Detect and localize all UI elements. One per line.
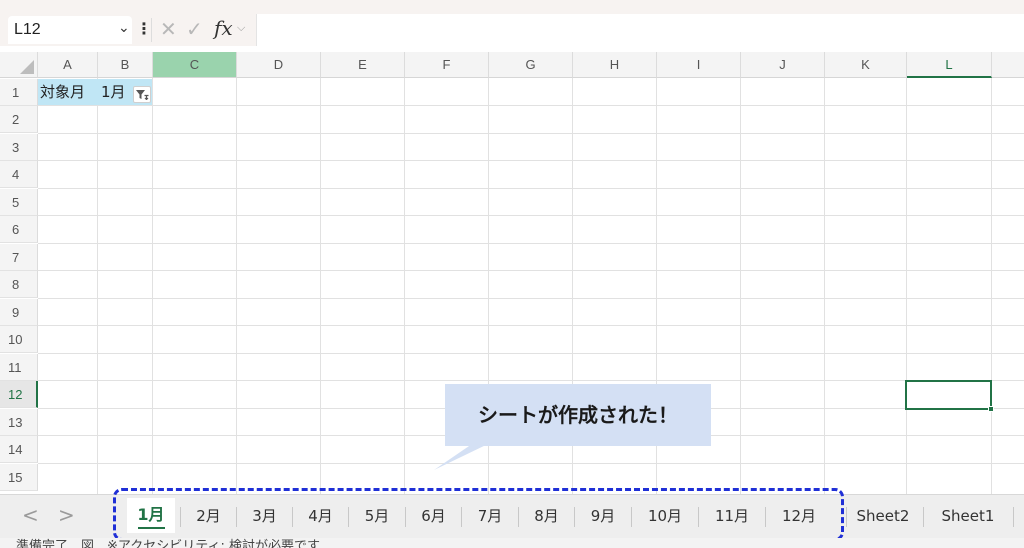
- expand-formula-chevron-icon[interactable]: ⌵: [237, 21, 245, 35]
- row-header-4[interactable]: 4: [0, 161, 38, 188]
- formula-bar: L12 ⌄ ⋮ ✕ ✓ fx ⌵: [0, 0, 1024, 46]
- select-all-triangle-icon: [20, 60, 34, 74]
- callout-tail: [434, 444, 488, 470]
- column-header-e[interactable]: E: [321, 52, 405, 78]
- gridline: [906, 78, 907, 494]
- column-header-a[interactable]: A: [38, 52, 98, 78]
- cancel-icon[interactable]: ✕: [160, 17, 177, 41]
- confirm-icon[interactable]: ✓: [186, 17, 203, 41]
- gridline: [152, 78, 153, 494]
- chevron-right-icon[interactable]: >: [58, 503, 75, 527]
- row-header-13[interactable]: 13: [0, 409, 38, 436]
- gridline: [38, 243, 1024, 244]
- formula-input[interactable]: [256, 14, 1024, 46]
- gridline: [38, 215, 1024, 216]
- name-box[interactable]: L12 ⌄: [8, 16, 132, 44]
- gridline: [38, 133, 1024, 134]
- column-header-k[interactable]: K: [825, 52, 907, 78]
- column-header-g[interactable]: G: [489, 52, 573, 78]
- gridline: [236, 78, 237, 494]
- formula-bar-divider: [151, 18, 152, 42]
- column-header-c[interactable]: C: [153, 52, 237, 78]
- row-header-10[interactable]: 10: [0, 326, 38, 353]
- column-header-d[interactable]: D: [237, 52, 321, 78]
- gridline: [38, 463, 1024, 464]
- column-header-f[interactable]: F: [405, 52, 489, 78]
- gridline: [38, 298, 1024, 299]
- gridline: [38, 325, 1024, 326]
- status-bar: 準備完了 図 ※アクセシビリティ: 検討が必要です: [0, 538, 1024, 548]
- row-header-5[interactable]: 5: [0, 189, 38, 216]
- fill-handle[interactable]: [988, 406, 994, 412]
- tab-divider: [1013, 507, 1014, 527]
- gridline: [38, 160, 1024, 161]
- row-header-9[interactable]: 9: [0, 299, 38, 326]
- select-all-button[interactable]: [0, 52, 38, 78]
- column-header-h[interactable]: H: [573, 52, 657, 78]
- insert-function-icon[interactable]: fx: [214, 16, 233, 40]
- active-cell-l12[interactable]: [905, 380, 994, 412]
- annotation-callout: シートが作成された！: [445, 384, 711, 446]
- chevron-down-icon[interactable]: ⌄: [118, 20, 130, 36]
- row-header-12[interactable]: 12: [0, 381, 38, 408]
- sheet-tab[interactable]: Sheet1: [924, 502, 1012, 532]
- gridline: [404, 78, 405, 494]
- column-header-b[interactable]: B: [98, 52, 153, 78]
- column-header-overflow[interactable]: [992, 52, 1024, 78]
- cell-a1[interactable]: 対象月: [38, 79, 98, 105]
- gridline: [38, 105, 1024, 106]
- row-header-1[interactable]: 1: [0, 79, 38, 106]
- more-options-icon[interactable]: ⋮: [136, 19, 152, 38]
- gridline: [740, 78, 741, 494]
- row-header-2[interactable]: 2: [0, 106, 38, 133]
- row-header-7[interactable]: 7: [0, 244, 38, 271]
- gridline: [320, 78, 321, 494]
- filter-dropdown-button[interactable]: [133, 86, 151, 103]
- column-header-i[interactable]: I: [657, 52, 741, 78]
- column-header-l[interactable]: L: [907, 52, 992, 78]
- column-header-j[interactable]: J: [741, 52, 825, 78]
- gridline: [38, 270, 1024, 271]
- row-header-6[interactable]: 6: [0, 216, 38, 243]
- row-header-15[interactable]: 15: [0, 464, 38, 491]
- name-box-value[interactable]: L12: [14, 21, 41, 39]
- chevron-left-icon[interactable]: <: [22, 503, 39, 527]
- gridline: [97, 78, 98, 494]
- gridline: [991, 78, 992, 494]
- row-header-8[interactable]: 8: [0, 271, 38, 298]
- gridline: [824, 78, 825, 494]
- gridline: [38, 380, 1024, 381]
- row-header-14[interactable]: 14: [0, 436, 38, 463]
- row-header-3[interactable]: 3: [0, 134, 38, 161]
- filter-applied-icon: [136, 90, 149, 100]
- status-text: 準備完了 図 ※アクセシビリティ: 検討が必要です: [16, 539, 320, 548]
- callout-text: シートが作成された！: [478, 403, 678, 427]
- row-header-11[interactable]: 11: [0, 354, 38, 381]
- sheet-tab[interactable]: Sheet2: [844, 502, 922, 532]
- dashed-highlight-box: [113, 488, 844, 541]
- gridline: [38, 188, 1024, 189]
- gridline: [38, 353, 1024, 354]
